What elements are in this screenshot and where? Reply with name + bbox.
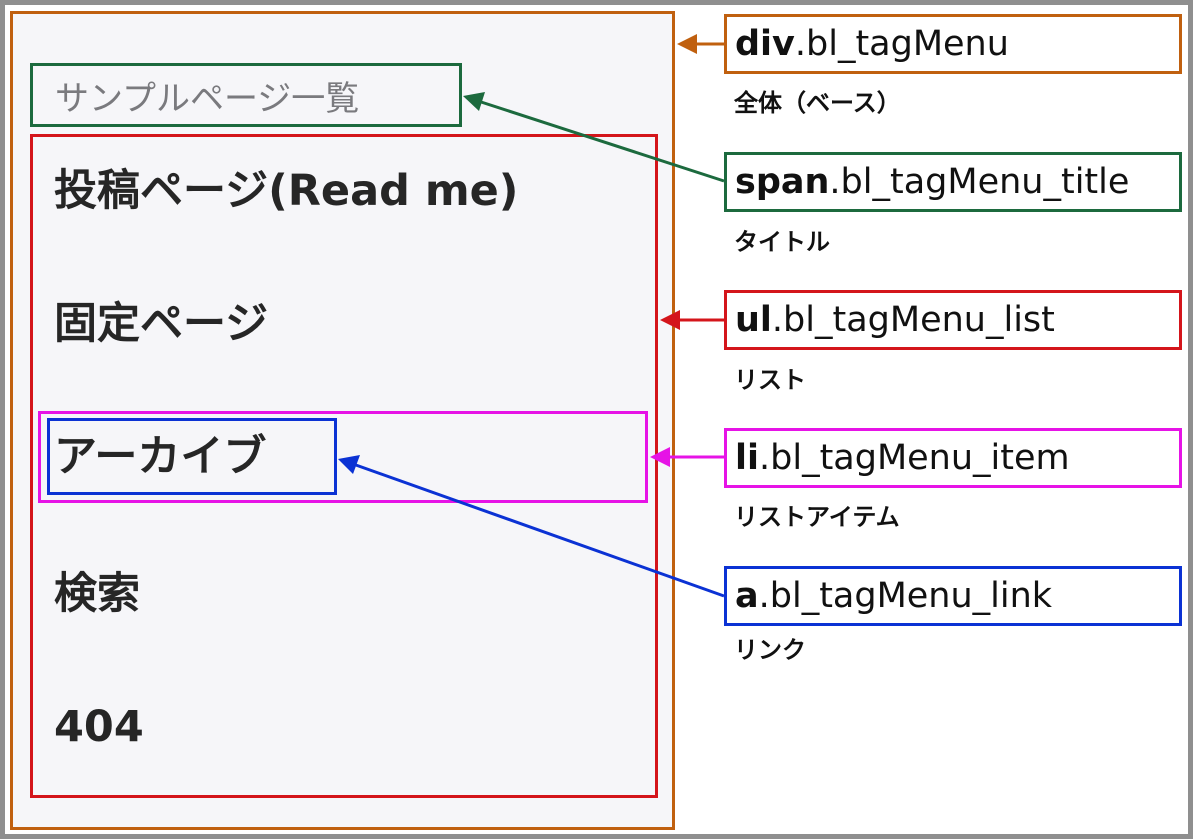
arrow-ul-head [660, 310, 680, 330]
arrow-li-head [650, 447, 670, 467]
arrow-span-head [463, 92, 485, 111]
arrow-span [477, 99, 725, 183]
arrow-a [352, 462, 725, 598]
connector-arrows [338, 34, 725, 598]
arrow-div-head [677, 34, 697, 54]
